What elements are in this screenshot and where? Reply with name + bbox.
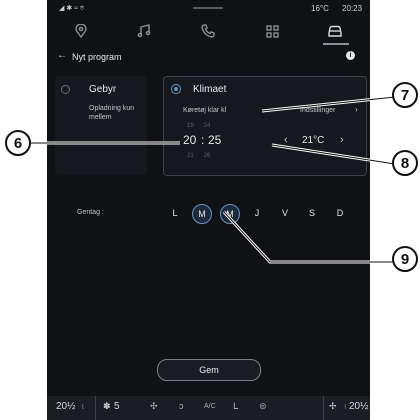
callout-6: 6: [5, 130, 31, 156]
callout-9: 9: [392, 246, 418, 272]
callout-8: 8: [392, 150, 418, 176]
callout-lines: [22, 95, 398, 264]
callout-7: 7: [392, 82, 418, 108]
